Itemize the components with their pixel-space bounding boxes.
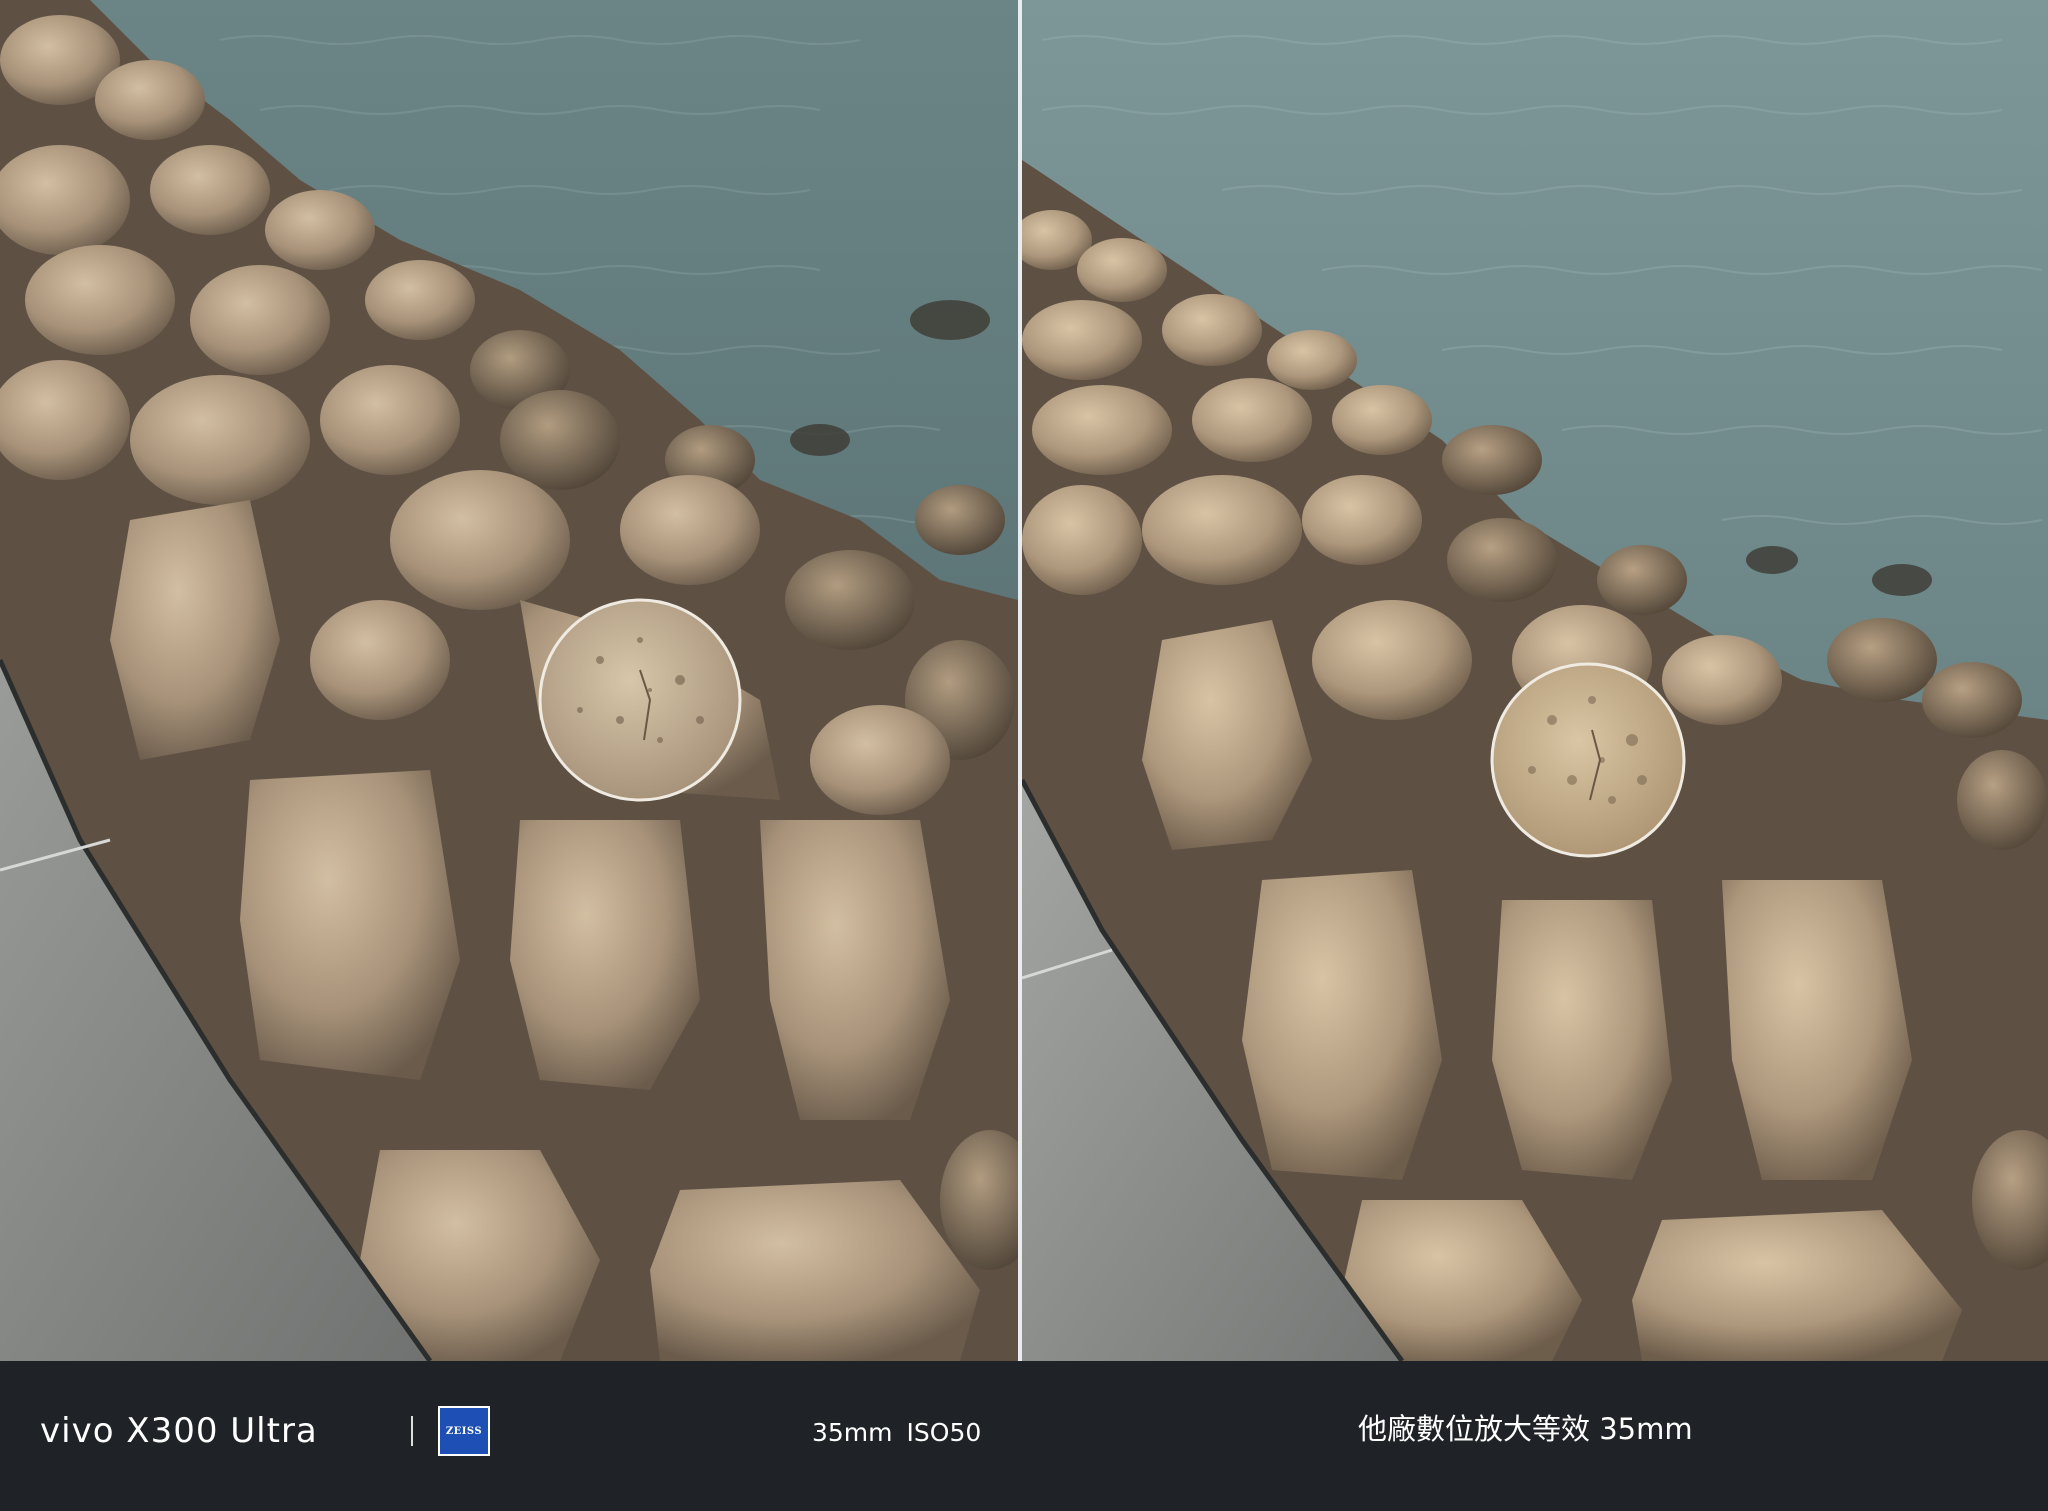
left-photo [0,0,1018,1361]
device-brand-label: vivo X300 Ultra [40,1411,318,1451]
iso-label: ISO50 [906,1418,982,1447]
caption-bar: vivo X300 Ultra ZEISS 35mm ISO50 他廠數位放大等效… [0,1361,2048,1511]
focal-length-label: 35mm [812,1418,893,1447]
left-shot-specs: 35mm ISO50 [812,1418,981,1447]
right-photo-scene [1022,0,2048,1361]
right-panel-caption: 他廠數位放大等效 35mm [1358,1412,1693,1446]
right-photo [1022,0,2048,1361]
comparison-canvas: vivo X300 Ultra ZEISS 35mm ISO50 他廠數位放大等效… [0,0,2048,1511]
brand-separator [411,1416,413,1446]
zeiss-logo-text: ZEISS [445,1425,483,1437]
magnifier-loupe [538,598,742,802]
left-photo-scene [0,0,1018,1361]
zeiss-logo: ZEISS [438,1406,490,1456]
magnifier-loupe [1490,662,1686,858]
